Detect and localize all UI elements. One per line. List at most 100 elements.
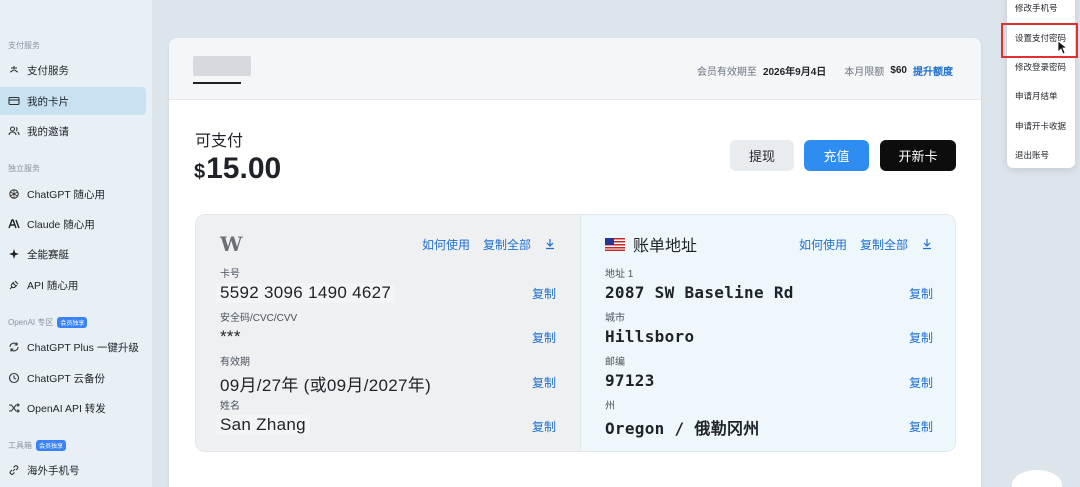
field-label: 地址 1 xyxy=(605,269,634,280)
card-info-actions: 如何使用 复制全部 xyxy=(422,236,556,253)
card-info-header: W 如何使用 复制全部 xyxy=(220,232,556,256)
mouse-cursor-icon xyxy=(1057,40,1067,55)
billing-address-pane: 账单地址 如何使用 复制全部 地址 1 2087 SW Baseline Rd … xyxy=(580,215,955,451)
how-to-use-link[interactable]: 如何使用 xyxy=(422,236,470,253)
address-line1-field: 地址 1 2087 SW Baseline Rd 复制 xyxy=(605,265,933,302)
how-to-use-link[interactable]: 如何使用 xyxy=(799,236,847,253)
floating-assistant-icon[interactable] xyxy=(1012,470,1062,487)
billing-header: 账单地址 如何使用 复制全部 xyxy=(605,233,933,255)
expiry-field: 有效期 09月/27年 (或09月/2027年) 复制 xyxy=(220,353,556,396)
limit-label: 本月限额 xyxy=(844,67,885,78)
menu-item-change-login-password[interactable]: 修改登录密码 xyxy=(1015,61,1066,73)
clock-icon xyxy=(8,372,20,384)
phone-link-icon xyxy=(8,464,20,476)
state-value: Oregon / 俄勒冈州 xyxy=(605,419,760,438)
membership-info: 会员有效期至 2026年9月4日 本月限额 $60 提升额度 xyxy=(697,63,953,78)
sidebar-item-label: API 随心用 xyxy=(27,279,79,292)
sidebar-item-label: OpenAI API 转发 xyxy=(27,402,106,415)
field-label: 姓名 xyxy=(220,401,240,412)
sidebar-item-payment-service[interactable]: 支付服务 xyxy=(0,56,146,84)
copy-button[interactable]: 复制 xyxy=(532,418,556,435)
sidebar-group-label: 支付服务 xyxy=(8,41,40,50)
city-value: Hillsboro xyxy=(605,327,695,346)
address-line1-value: 2087 SW Baseline Rd xyxy=(605,283,794,302)
card-brand-logo: W xyxy=(220,232,243,256)
cvc-field: 安全码/CVC/CVV *** 复制 xyxy=(220,309,556,347)
withdraw-button[interactable]: 提现 xyxy=(730,140,794,171)
copy-button[interactable]: 复制 xyxy=(909,418,933,435)
anthropic-icon xyxy=(8,218,20,230)
main-header: 会员有效期至 2026年9月4日 本月限额 $60 提升额度 xyxy=(169,38,981,100)
field-label: 有效期 xyxy=(220,357,250,368)
balance-amount: $ 15.00 xyxy=(194,152,281,186)
sidebar-group-openai: OpenAI 专区 会员独享 xyxy=(8,317,88,328)
membership-date: 2026年9月4日 xyxy=(762,67,827,78)
openai-icon xyxy=(8,188,20,200)
balance-value: 15.00 xyxy=(206,152,282,185)
copy-button[interactable]: 复制 xyxy=(909,285,933,302)
sidebar-item-label: ChatGPT 云备份 xyxy=(27,372,105,385)
tab-redacted[interactable] xyxy=(193,56,251,76)
sidebar-item-api[interactable]: API 随心用 xyxy=(0,271,146,299)
expiry-value: 09月/27年 (或09月/2027年) xyxy=(220,376,432,395)
cardholder-field: 姓名 San Zhang 复制 xyxy=(216,397,556,435)
sidebar-item-chatgpt[interactable]: ChatGPT 随心用 xyxy=(0,180,146,208)
field-label: 城市 xyxy=(605,313,625,324)
copy-all-link[interactable]: 复制全部 xyxy=(860,236,908,253)
copy-button[interactable]: 复制 xyxy=(909,374,933,391)
sparkle-icon xyxy=(8,248,20,260)
currency-symbol: $ xyxy=(194,161,206,183)
card-info-pane: W 如何使用 复制全部 卡号 5592 3096 1490 4627 复制 安全… xyxy=(196,215,580,451)
sidebar: 支付服务 支付服务 我的卡片 我的邀请 独立服务 ChatGPT 随心用 Cla… xyxy=(0,0,152,487)
sidebar-item-plus-upgrade[interactable]: ChatGPT Plus 一键升级 xyxy=(0,333,146,361)
cardholder-value: San Zhang xyxy=(216,415,310,435)
card-number-value: 5592 3096 1490 4627 xyxy=(216,283,396,303)
city-field: 城市 Hillsboro 复制 xyxy=(605,309,933,346)
sidebar-item-overseas-phone[interactable]: 海外手机号 xyxy=(0,456,146,484)
billing-title: 账单地址 xyxy=(633,238,698,255)
menu-item-logout[interactable]: 退出账号 xyxy=(1015,149,1049,161)
plug-icon xyxy=(8,279,20,291)
balance-label: 可支付 xyxy=(195,133,244,150)
card-number-field: 卡号 5592 3096 1490 4627 复制 xyxy=(216,265,556,303)
copy-all-link[interactable]: 复制全部 xyxy=(483,236,531,253)
zip-value: 97123 xyxy=(605,371,655,390)
raise-limit-link[interactable]: 提升额度 xyxy=(913,63,953,78)
member-badge: 会员独享 xyxy=(36,440,67,451)
sidebar-item-claude[interactable]: Claude 随心用 xyxy=(0,210,146,238)
recharge-button[interactable]: 充值 xyxy=(804,140,869,171)
copy-button[interactable]: 复制 xyxy=(532,374,556,391)
menu-item-card-receipt[interactable]: 申请开卡收据 xyxy=(1015,120,1066,132)
sidebar-item-all-in-one[interactable]: 全能赛艇 xyxy=(0,240,146,268)
field-label: 卡号 xyxy=(220,269,240,280)
sidebar-item-label: ChatGPT 随心用 xyxy=(27,188,105,201)
field-label: 安全码/CVC/CVV xyxy=(220,313,298,324)
sidebar-item-api-forward[interactable]: OpenAI API 转发 xyxy=(0,394,146,422)
copy-button[interactable]: 复制 xyxy=(909,329,933,346)
field-label: 邮编 xyxy=(605,357,625,368)
copy-button[interactable]: 复制 xyxy=(532,329,556,346)
state-field: 州 Oregon / 俄勒冈州 复制 xyxy=(605,397,933,439)
sidebar-group-standalone: 独立服务 xyxy=(8,163,40,174)
membership-label: 会员有效期至 xyxy=(696,67,757,78)
sidebar-item-my-invites[interactable]: 我的邀请 xyxy=(0,117,146,145)
upgrade-icon xyxy=(8,341,20,353)
new-card-button[interactable]: 开新卡 xyxy=(880,140,956,171)
member-badge: 会员独享 xyxy=(57,317,88,328)
sidebar-item-my-cards[interactable]: 我的卡片 xyxy=(0,87,146,115)
us-flag-icon xyxy=(605,237,625,251)
sidebar-group-label: 工具箱 xyxy=(8,441,32,450)
menu-item-change-phone[interactable]: 修改手机号 xyxy=(1015,2,1058,14)
users-icon xyxy=(8,125,20,137)
download-icon[interactable] xyxy=(921,238,933,250)
card-icon xyxy=(8,95,20,107)
copy-button[interactable]: 复制 xyxy=(532,285,556,302)
sidebar-item-label: 我的邀请 xyxy=(27,125,69,138)
sidebar-item-cloud-backup[interactable]: ChatGPT 云备份 xyxy=(0,364,146,392)
menu-item-monthly-statement[interactable]: 申请月结单 xyxy=(1015,90,1058,102)
sidebar-item-label: Claude 随心用 xyxy=(27,218,95,231)
sidebar-item-label: 全能赛艇 xyxy=(27,248,69,261)
card-details-panel: W 如何使用 复制全部 卡号 5592 3096 1490 4627 复制 安全… xyxy=(195,214,956,452)
limit-value: $60 xyxy=(890,65,907,76)
download-icon[interactable] xyxy=(544,238,556,250)
